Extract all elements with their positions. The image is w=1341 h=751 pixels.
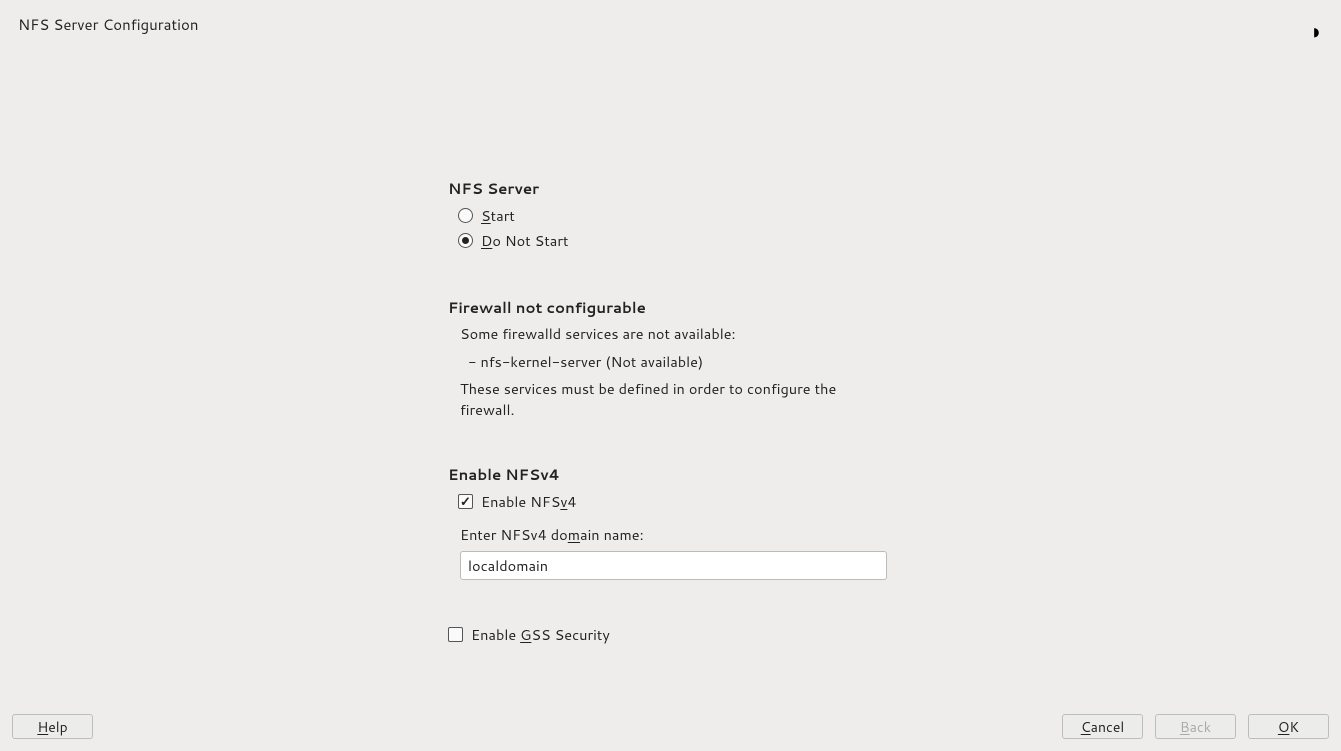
firewall-desc: Some firewalld services are not availabl… bbox=[448, 322, 888, 345]
nfs-server-donotstart-label[interactable]: Do Not Start bbox=[481, 230, 569, 251]
nfsv4-domain-label: Enter NFSv4 domain name: bbox=[448, 524, 888, 545]
button-bar: Help Cancel Back OK bbox=[0, 714, 1341, 739]
ok-button[interactable]: OK bbox=[1248, 714, 1329, 739]
page-title: NFS Server Configuration bbox=[18, 14, 198, 35]
nfsv4-domain-input[interactable] bbox=[460, 551, 887, 580]
nfs-server-start-radio[interactable] bbox=[458, 208, 473, 223]
nfsv4-section: Enable NFSv4 Enable NFSv4 Enter NFSv4 do… bbox=[448, 464, 888, 580]
nfsv4-heading: Enable NFSv4 bbox=[448, 464, 888, 485]
enable-nfsv4-label[interactable]: Enable NFSv4 bbox=[481, 491, 577, 512]
firewall-missing-service: - nfs-kernel-server (Not available) bbox=[448, 351, 888, 372]
dark-mode-icon[interactable]: ◗ bbox=[1310, 16, 1323, 47]
nfs-server-heading: NFS Server bbox=[448, 178, 888, 199]
nfs-server-donotstart-radio[interactable] bbox=[458, 233, 473, 248]
gss-section: Enable GSS Security bbox=[448, 622, 888, 647]
firewall-section: Firewall not configurable Some firewalld… bbox=[448, 297, 888, 420]
enable-gss-label[interactable]: Enable GSS Security bbox=[471, 624, 610, 645]
help-button[interactable]: Help bbox=[12, 714, 93, 739]
cancel-button[interactable]: Cancel bbox=[1062, 714, 1143, 739]
firewall-note: These services must be defined in order … bbox=[448, 378, 888, 420]
nfs-server-start-label[interactable]: Start bbox=[481, 205, 515, 226]
nfs-server-section: NFS Server Start Do Not Start bbox=[448, 178, 888, 253]
firewall-heading: Firewall not configurable bbox=[448, 297, 888, 318]
enable-gss-checkbox[interactable] bbox=[448, 627, 463, 642]
back-button: Back bbox=[1155, 714, 1236, 739]
enable-nfsv4-checkbox[interactable] bbox=[458, 494, 473, 509]
